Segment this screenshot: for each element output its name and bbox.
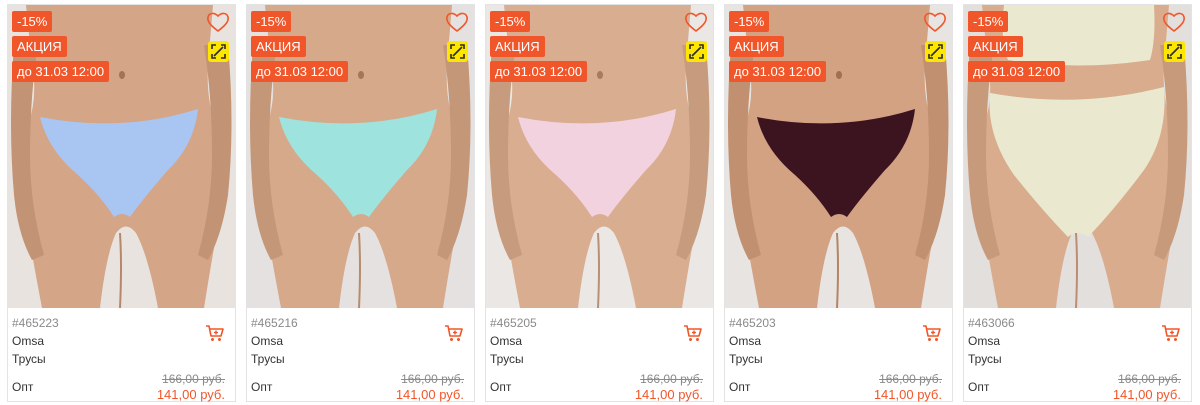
product-brand[interactable]: Omsa [12,334,44,348]
old-price: 166,00 руб. [640,372,703,386]
scan-zoom-icon[interactable] [447,41,468,62]
favorite-heart-icon[interactable] [445,11,469,33]
promo-badges: -15% АКЦИЯ до 31.03 12:00 [968,11,1066,82]
product-card[interactable]: -15% АКЦИЯ до 31.03 12:00 #465216 Omsa Т… [246,4,475,402]
favorite-heart-icon[interactable] [1162,11,1186,33]
product-brand[interactable]: Omsa [729,334,761,348]
add-to-cart-icon[interactable] [683,324,703,342]
product-sku: #463066 [968,316,1015,330]
promo-badge: АКЦИЯ [12,36,67,57]
promo-badges: -15% АКЦИЯ до 31.03 12:00 [729,11,827,82]
old-price: 166,00 руб. [162,372,225,386]
deadline-badge: до 31.03 12:00 [968,61,1066,82]
opt-label: Опт [251,380,273,394]
product-type: Трусы [12,352,46,366]
product-type: Трусы [490,352,524,366]
discount-badge: -15% [729,11,770,32]
deadline-badge: до 31.03 12:00 [12,61,110,82]
favorite-heart-icon[interactable] [923,11,947,33]
opt-label: Опт [729,380,751,394]
scan-zoom-icon[interactable] [925,41,946,62]
product-card[interactable]: -15% АКЦИЯ до 31.03 12:00 #465205 Omsa Т… [485,4,714,402]
product-sku: #465205 [490,316,537,330]
product-sku: #465223 [12,316,59,330]
product-type: Трусы [968,352,1002,366]
product-info: #465203 Omsa Трусы Опт 166,00 руб. 141,0… [729,308,948,402]
product-grid: -15% АКЦИЯ до 31.03 12:00 #465223 Omsa Т… [0,0,1200,405]
product-sku: #465216 [251,316,298,330]
current-price: 141,00 руб. [634,387,703,402]
opt-label: Опт [968,380,990,394]
product-photo[interactable]: -15% АКЦИЯ до 31.03 12:00 [8,5,235,308]
old-price: 166,00 руб. [879,372,942,386]
discount-badge: -15% [12,11,53,32]
promo-badges: -15% АКЦИЯ до 31.03 12:00 [12,11,110,82]
deadline-badge: до 31.03 12:00 [729,61,827,82]
promo-badge: АКЦИЯ [251,36,306,57]
deadline-badge: до 31.03 12:00 [490,61,588,82]
product-info: #465216 Omsa Трусы Опт 166,00 руб. 141,0… [251,308,470,402]
opt-label: Опт [490,380,512,394]
discount-badge: -15% [490,11,531,32]
product-photo[interactable]: -15% АКЦИЯ до 31.03 12:00 [486,5,713,308]
product-type: Трусы [729,352,763,366]
promo-badge: АКЦИЯ [490,36,545,57]
current-price: 141,00 руб. [1112,387,1181,402]
scan-zoom-icon[interactable] [686,41,707,62]
promo-badges: -15% АКЦИЯ до 31.03 12:00 [251,11,349,82]
product-type: Трусы [251,352,285,366]
current-price: 141,00 руб. [873,387,942,402]
deadline-badge: до 31.03 12:00 [251,61,349,82]
old-price: 166,00 руб. [401,372,464,386]
product-brand[interactable]: Omsa [251,334,283,348]
product-brand[interactable]: Omsa [490,334,522,348]
discount-badge: -15% [968,11,1009,32]
product-card[interactable]: -15% АКЦИЯ до 31.03 12:00 #465223 Omsa Т… [7,4,236,402]
scan-zoom-icon[interactable] [208,41,229,62]
old-price: 166,00 руб. [1118,372,1181,386]
product-photo[interactable]: -15% АКЦИЯ до 31.03 12:00 [725,5,952,308]
product-photo[interactable]: -15% АКЦИЯ до 31.03 12:00 [247,5,474,308]
favorite-heart-icon[interactable] [206,11,230,33]
promo-badge: АКЦИЯ [729,36,784,57]
product-card[interactable]: -15% АКЦИЯ до 31.03 12:00 #463066 Omsa Т… [963,4,1192,402]
product-info: #465205 Omsa Трусы Опт 166,00 руб. 141,0… [490,308,709,402]
product-photo[interactable]: -15% АКЦИЯ до 31.03 12:00 [964,5,1191,308]
add-to-cart-icon[interactable] [205,324,225,342]
promo-badge: АКЦИЯ [968,36,1023,57]
product-brand[interactable]: Omsa [968,334,1000,348]
product-info: #465223 Omsa Трусы Опт 166,00 руб. 141,0… [12,308,231,402]
opt-label: Опт [12,380,34,394]
add-to-cart-icon[interactable] [922,324,942,342]
add-to-cart-icon[interactable] [1161,324,1181,342]
scan-zoom-icon[interactable] [1164,41,1185,62]
current-price: 141,00 руб. [395,387,464,402]
product-card[interactable]: -15% АКЦИЯ до 31.03 12:00 #465203 Omsa Т… [724,4,953,402]
product-sku: #465203 [729,316,776,330]
product-info: #463066 Omsa Трусы Опт 166,00 руб. 141,0… [968,308,1187,402]
promo-badges: -15% АКЦИЯ до 31.03 12:00 [490,11,588,82]
current-price: 141,00 руб. [156,387,225,402]
add-to-cart-icon[interactable] [444,324,464,342]
discount-badge: -15% [251,11,292,32]
favorite-heart-icon[interactable] [684,11,708,33]
